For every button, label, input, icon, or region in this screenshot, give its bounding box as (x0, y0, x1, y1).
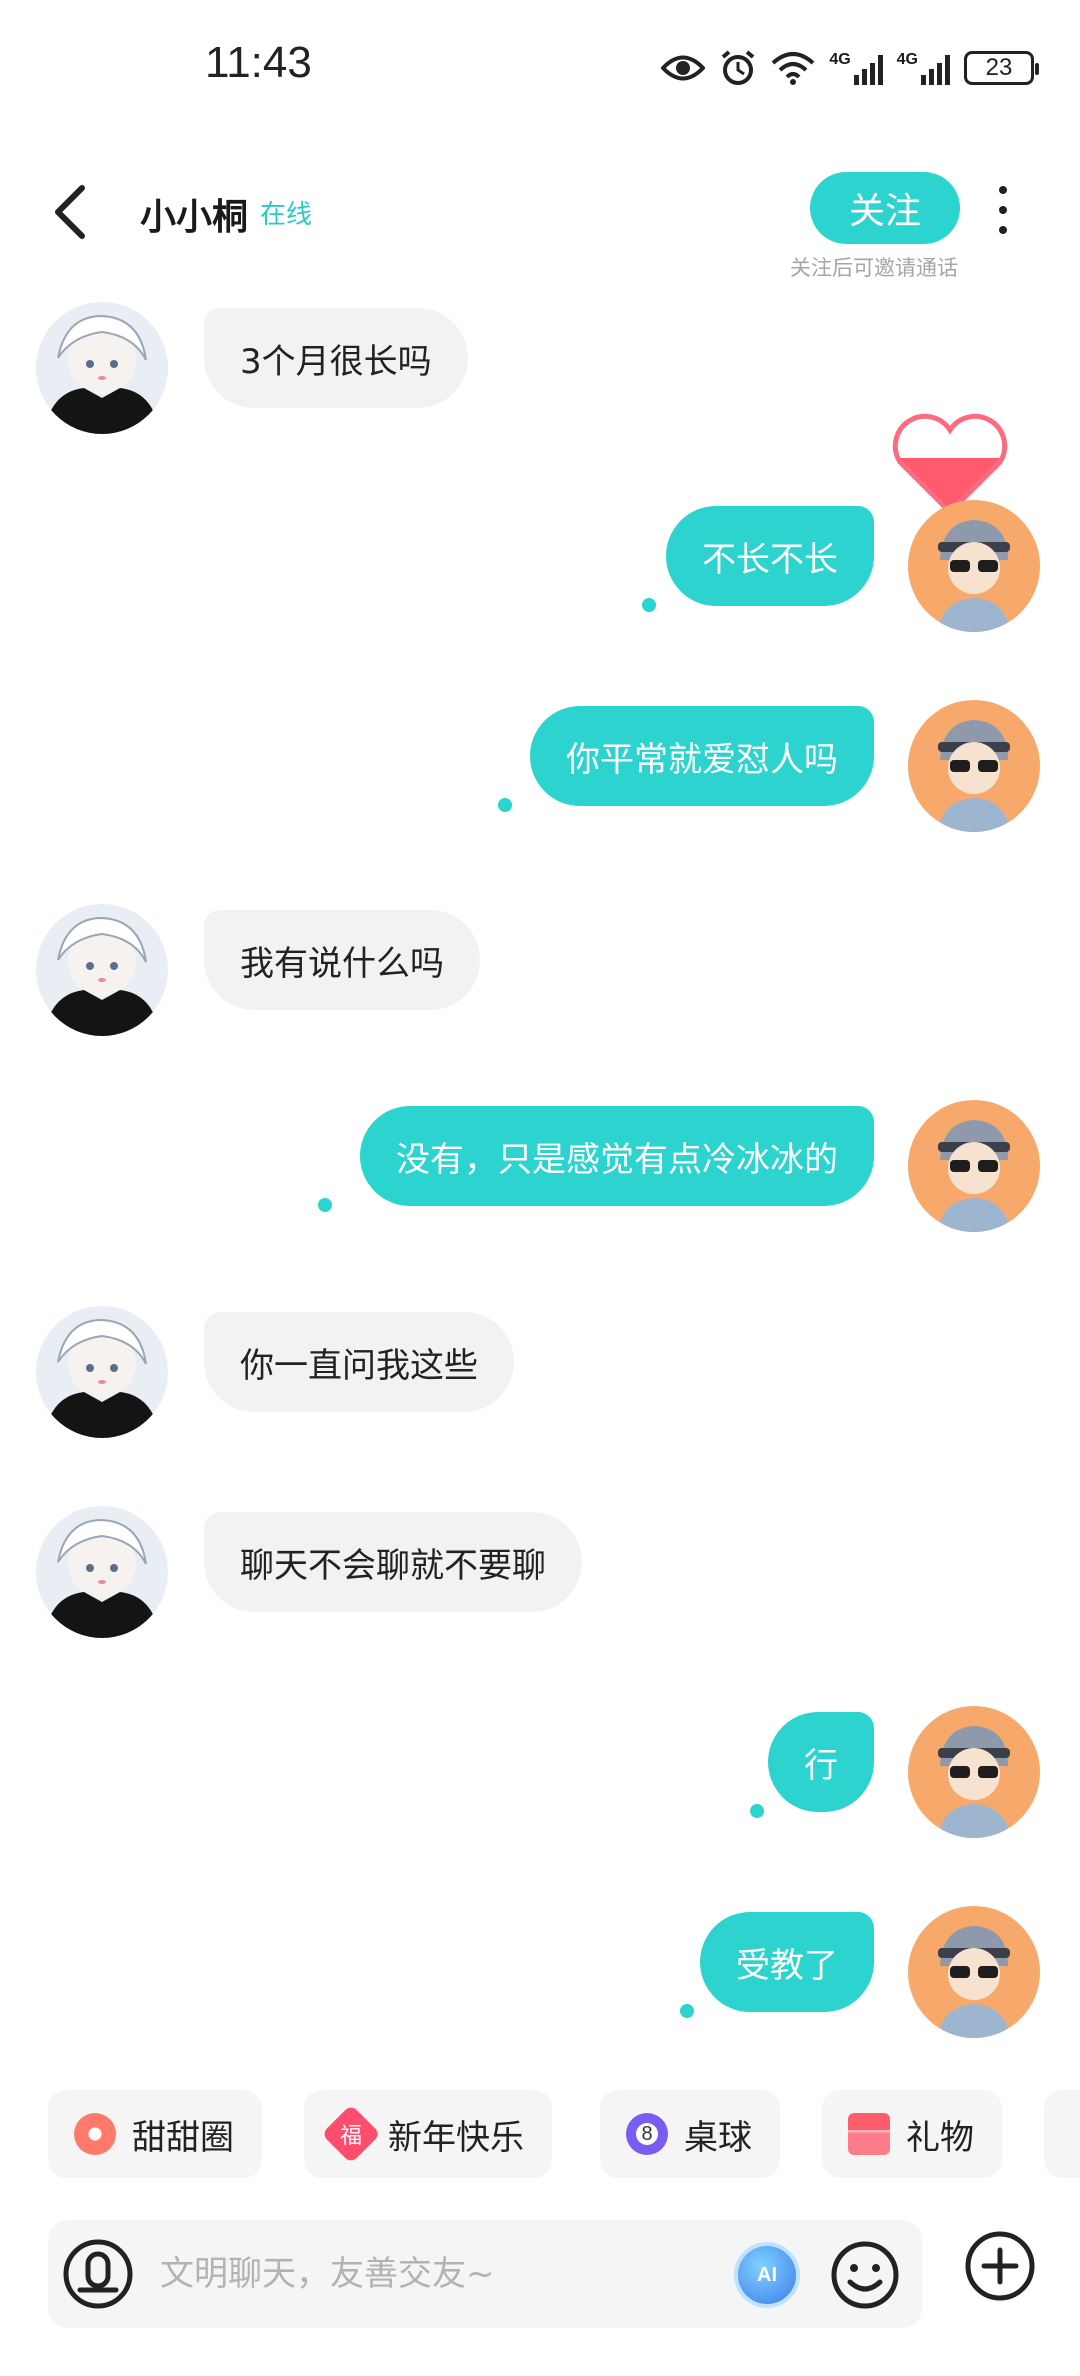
message-input[interactable] (160, 2240, 750, 2308)
message-bubble[interactable]: 行 (768, 1712, 874, 1812)
plus-circle-icon (965, 2231, 1035, 2301)
sent-indicator-dot (642, 598, 656, 612)
online-status: 在线 (260, 200, 313, 230)
eye-icon (661, 55, 706, 81)
follow-button[interactable]: 关注 (810, 172, 960, 244)
billiard-ball-icon: 8 (626, 2113, 668, 2155)
voice-icon (63, 2239, 133, 2309)
chevron-left-icon (55, 185, 85, 239)
voice-button[interactable] (62, 2238, 134, 2310)
add-button[interactable] (964, 2230, 1036, 2302)
quick-action-billiards[interactable]: 8 桌球 (600, 2090, 780, 2178)
avatar[interactable] (908, 1100, 1040, 1232)
avatar[interactable] (908, 700, 1040, 832)
input-bar: AI (0, 2210, 1080, 2330)
wifi-icon (771, 52, 815, 85)
signal-1-icon: 4G (829, 51, 883, 85)
quick-action-more[interactable] (1044, 2090, 1080, 2178)
avatar[interactable] (36, 904, 168, 1036)
message-row: 没有，只是感觉有点冷冰冰的 (0, 1100, 1080, 1240)
status-bar: 11:43 4G 4G 23 (0, 0, 1080, 140)
message-bubble[interactable]: 我有说什么吗 (204, 910, 480, 1010)
sent-indicator-dot (498, 798, 512, 812)
follow-hint: 关注后可邀请通话 (790, 256, 958, 280)
quick-action-donut[interactable]: 甜甜圈 (48, 2090, 262, 2178)
sent-indicator-dot (318, 1198, 332, 1212)
avatar[interactable] (36, 1506, 168, 1638)
sent-indicator-dot (680, 2004, 694, 2018)
more-options-button[interactable] (988, 180, 1018, 240)
message-row: 你平常就爱怼人吗 (0, 700, 1080, 840)
fortune-icon: 福 (321, 2104, 381, 2164)
message-bubble[interactable]: 你一直问我这些 (204, 1312, 514, 1412)
message-bubble[interactable]: 没有，只是感觉有点冷冰冰的 (360, 1106, 874, 1206)
avatar[interactable] (908, 1906, 1040, 2038)
message-row: 受教了 (0, 1906, 1080, 2046)
status-icons: 4G 4G 23 (661, 44, 1039, 92)
quick-action-bar: 甜甜圈 福 新年快乐 8 桌球 礼物 (0, 2090, 1080, 2180)
message-bubble[interactable]: 你平常就爱怼人吗 (530, 706, 874, 806)
message-row: 3个月很长吗 (0, 302, 1080, 442)
message-row: 聊天不会聊就不要聊 (0, 1506, 1080, 1646)
chat-header: 小小桐 在线 关注 关注后可邀请通话 (0, 150, 1080, 290)
avatar[interactable] (36, 302, 168, 434)
message-row: 不长不长 (0, 500, 1080, 640)
avatar[interactable] (908, 500, 1040, 632)
message-bubble[interactable]: 不长不长 (666, 506, 874, 606)
message-bubble[interactable]: 聊天不会聊就不要聊 (204, 1512, 582, 1612)
battery-icon: 23 (964, 51, 1039, 85)
message-bubble[interactable]: 受教了 (700, 1912, 874, 2012)
avatar[interactable] (908, 1706, 1040, 1838)
ai-assistant-button[interactable]: AI (734, 2242, 800, 2308)
more-vertical-icon (999, 186, 1007, 194)
gift-icon (848, 2113, 890, 2155)
quick-action-gift[interactable]: 礼物 (822, 2090, 1002, 2178)
message-row: 行 (0, 1706, 1080, 1846)
sent-indicator-dot (750, 1804, 764, 1818)
quick-action-new-year[interactable]: 福 新年快乐 (304, 2090, 552, 2178)
signal-2-icon: 4G (897, 51, 950, 85)
avatar[interactable] (36, 1306, 168, 1438)
alarm-icon (722, 50, 755, 85)
input-container: AI (48, 2220, 922, 2328)
emoji-button[interactable] (830, 2240, 900, 2310)
contact-name[interactable]: 小小桐 (140, 188, 248, 240)
message-row: 你一直问我这些 (0, 1306, 1080, 1446)
status-time: 11:43 (205, 38, 312, 87)
donut-icon (74, 2113, 116, 2155)
smiley-icon (831, 2241, 899, 2309)
message-row: 我有说什么吗 (0, 904, 1080, 1044)
message-bubble[interactable]: 3个月很长吗 (204, 308, 468, 408)
back-button[interactable] (46, 180, 100, 244)
